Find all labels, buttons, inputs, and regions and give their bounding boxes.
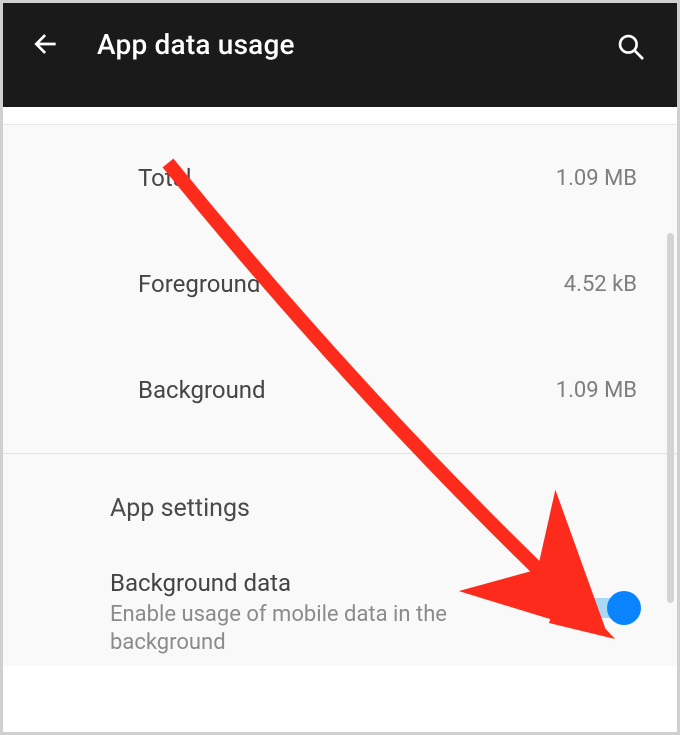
app-frame: App data usage Total 1.09 MB Foreground …	[0, 0, 680, 735]
arrow-left-icon	[29, 28, 61, 60]
row-total: Total 1.09 MB	[3, 125, 677, 231]
toggle-thumb	[607, 591, 641, 625]
section-header: App settings	[3, 454, 677, 533]
setting-title: Background data	[110, 569, 510, 597]
background-data-toggle[interactable]	[583, 591, 641, 625]
scrollbar-indicator[interactable]	[667, 233, 674, 603]
header-gap	[3, 107, 677, 125]
setting-text: Background data Enable usage of mobile d…	[110, 569, 510, 656]
row-background: Background 1.09 MB	[3, 337, 677, 443]
content-area: Total 1.09 MB Foreground 4.52 kB Backgro…	[3, 125, 677, 666]
page-title: App data usage	[97, 28, 295, 61]
search-icon	[615, 31, 647, 63]
background-label: Background	[138, 376, 266, 404]
total-label: Total	[138, 164, 192, 192]
setting-background-data[interactable]: Background data Enable usage of mobile d…	[3, 533, 677, 666]
foreground-value: 4.52 kB	[564, 272, 637, 297]
header-bar: App data usage	[3, 3, 677, 107]
foreground-label: Foreground	[138, 270, 260, 298]
row-foreground: Foreground 4.52 kB	[3, 231, 677, 337]
search-button[interactable]	[609, 25, 653, 69]
back-button[interactable]	[23, 22, 67, 66]
setting-subtitle: Enable usage of mobile data in the backg…	[110, 601, 510, 656]
total-value: 1.09 MB	[556, 166, 637, 191]
background-value: 1.09 MB	[556, 378, 637, 403]
